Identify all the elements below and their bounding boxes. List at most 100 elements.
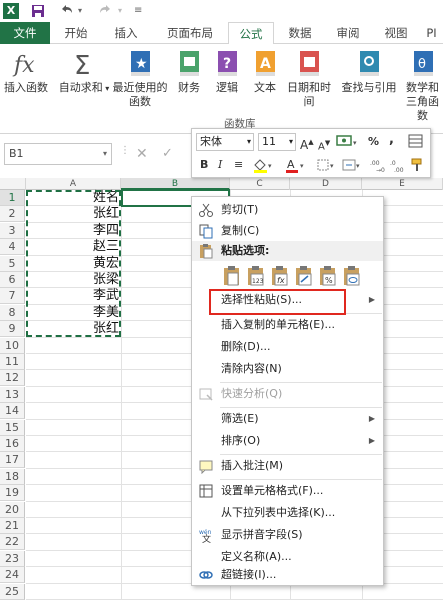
logical-button[interactable]: ? 逻辑: [210, 50, 244, 95]
row-header[interactable]: 5: [0, 255, 25, 272]
font-color-icon: A ▾: [286, 158, 304, 173]
row-header[interactable]: 19: [0, 485, 25, 502]
format-painter-icon[interactable]: [410, 157, 426, 178]
row-header[interactable]: 20: [0, 501, 25, 518]
row-header[interactable]: 23: [0, 550, 25, 567]
column-header-a[interactable]: A: [26, 178, 121, 190]
paste-link-button[interactable]: [342, 265, 362, 287]
row-header[interactable]: 13: [0, 386, 25, 403]
tab-page-layout[interactable]: 页面布局: [158, 22, 222, 44]
autosum-button[interactable]: Σ 自动求和 ▾: [58, 50, 110, 96]
tab-insert[interactable]: 插入: [106, 22, 146, 44]
row-header[interactable]: 18: [0, 468, 25, 485]
redo-dropdown-icon[interactable]: ▾: [118, 3, 126, 19]
lookup-reference-button[interactable]: 查找与引用: [340, 50, 398, 95]
recent-functions-button[interactable]: ★ 最近使用的函数: [112, 50, 168, 109]
tab-data[interactable]: 数据: [280, 22, 320, 44]
menu-item-pick-from-list[interactable]: 从下拉列表中选择(K)...: [192, 502, 383, 524]
menu-item-label: 筛选(E): [221, 412, 259, 425]
align-center-icon[interactable]: ≡: [234, 157, 243, 173]
menu-item-filter[interactable]: 筛选(E) ▶: [192, 408, 383, 430]
row-header[interactable]: 7: [0, 288, 25, 305]
row-header[interactable]: 16: [0, 436, 25, 452]
row-header[interactable]: 1: [0, 190, 25, 206]
row-header[interactable]: 14: [0, 403, 25, 420]
row-header[interactable]: 11: [0, 354, 25, 370]
bold-button[interactable]: B: [200, 157, 208, 173]
tab-formulas[interactable]: 公式: [228, 22, 274, 45]
quick-analysis-icon: [198, 386, 214, 402]
column-header-c[interactable]: C: [230, 178, 290, 190]
tab-review[interactable]: 审阅: [328, 22, 368, 44]
font-size-box[interactable]: 11 ▾: [258, 133, 296, 151]
undo-icon[interactable]: [58, 3, 74, 19]
menu-item-format-cells[interactable]: 设置单元格格式(F)...: [192, 480, 383, 502]
text-label: 文本: [254, 81, 276, 94]
increase-decimal-icon[interactable]: .0.00: [390, 157, 408, 178]
borders-button[interactable]: ▾: [316, 157, 338, 178]
fill-color-button[interactable]: ▾: [252, 157, 276, 178]
tab-view[interactable]: 视图: [376, 22, 416, 44]
percent-style-button[interactable]: %: [368, 134, 379, 150]
paste-format-button[interactable]: %: [318, 265, 338, 287]
font-name-box[interactable]: 宋体 ▾: [196, 133, 254, 151]
tab-more[interactable]: PI: [420, 22, 443, 44]
tab-file[interactable]: 文件: [0, 22, 50, 44]
menu-item-insert-comment[interactable]: 插入批注(M): [192, 455, 383, 477]
text-button[interactable]: A 文本: [248, 50, 282, 95]
menu-item-quick-analysis[interactable]: 快速分析(Q): [192, 383, 383, 405]
merge-center-button[interactable]: ▾: [342, 157, 364, 178]
menu-item-show-phonetic[interactable]: wén 文 显示拼音字段(S): [192, 524, 383, 546]
row-header[interactable]: 12: [0, 370, 25, 387]
row-header[interactable]: 25: [0, 583, 25, 600]
row-header[interactable]: 22: [0, 534, 25, 551]
comma-style-button[interactable]: ,: [389, 132, 394, 148]
insert-function-button[interactable]: fx 插入函数: [2, 50, 50, 95]
row-header[interactable]: 4: [0, 239, 25, 256]
row-header[interactable]: 8: [0, 304, 25, 321]
row-header[interactable]: 21: [0, 518, 25, 534]
row-header[interactable]: 9: [0, 321, 25, 338]
column-header-e[interactable]: E: [362, 178, 443, 190]
menu-item-copy[interactable]: 复制(C): [192, 220, 383, 242]
row-header[interactable]: 10: [0, 337, 25, 354]
date-time-button[interactable]: 日期和时间: [284, 50, 334, 109]
row-header[interactable]: 24: [0, 567, 25, 584]
tab-home[interactable]: 开始: [56, 22, 96, 44]
row-header[interactable]: 2: [0, 206, 25, 223]
shrink-font-button[interactable]: A▼: [318, 135, 330, 155]
customize-toolbar-icon[interactable]: ≡: [134, 3, 150, 19]
font-color-button[interactable]: A ▾: [284, 157, 308, 178]
menu-item-label: 剪切(T): [221, 203, 259, 216]
redo-icon[interactable]: [98, 3, 114, 19]
italic-button[interactable]: I: [218, 157, 222, 173]
financial-button[interactable]: 财务: [172, 50, 206, 95]
menu-item-insert-copied-cells[interactable]: 插入复制的单元格(E)...: [192, 314, 383, 336]
svg-text:.00: .00: [394, 167, 404, 173]
row-header[interactable]: 6: [0, 272, 25, 288]
undo-dropdown-icon[interactable]: ▾: [78, 3, 86, 19]
paste-transpose-button[interactable]: [294, 265, 314, 287]
cancel-formula-icon[interactable]: ✕: [136, 146, 148, 162]
number-format-button[interactable]: ▾: [336, 133, 362, 154]
confirm-formula-icon[interactable]: ✓: [162, 146, 173, 161]
format-table-icon[interactable]: [408, 133, 424, 154]
menu-item-cut[interactable]: 剪切(T): [192, 199, 383, 221]
row-header[interactable]: 17: [0, 452, 25, 469]
row-header[interactable]: 3: [0, 222, 25, 239]
menu-item-delete[interactable]: 删除(D)...: [192, 336, 383, 358]
menu-item-sort[interactable]: 排序(O) ▶: [192, 430, 383, 452]
math-trig-button[interactable]: θ 数学和三角函数: [402, 50, 443, 123]
save-icon[interactable]: [30, 3, 46, 19]
name-box[interactable]: B1 ▾: [4, 143, 112, 165]
decrease-decimal-icon[interactable]: .00 →0: [370, 157, 388, 178]
paste-formulas-button[interactable]: fx: [270, 265, 290, 287]
select-all-corner[interactable]: [0, 178, 26, 190]
menu-item-hyperlink[interactable]: 超链接(I)...: [192, 564, 383, 586]
column-header-d[interactable]: D: [290, 178, 362, 190]
paste-values-button[interactable]: 123: [246, 265, 266, 287]
row-header[interactable]: 15: [0, 419, 25, 436]
grow-font-button[interactable]: A▲: [300, 134, 314, 153]
paste-button[interactable]: [222, 265, 242, 287]
menu-item-clear-contents[interactable]: 清除内容(N): [192, 358, 383, 380]
